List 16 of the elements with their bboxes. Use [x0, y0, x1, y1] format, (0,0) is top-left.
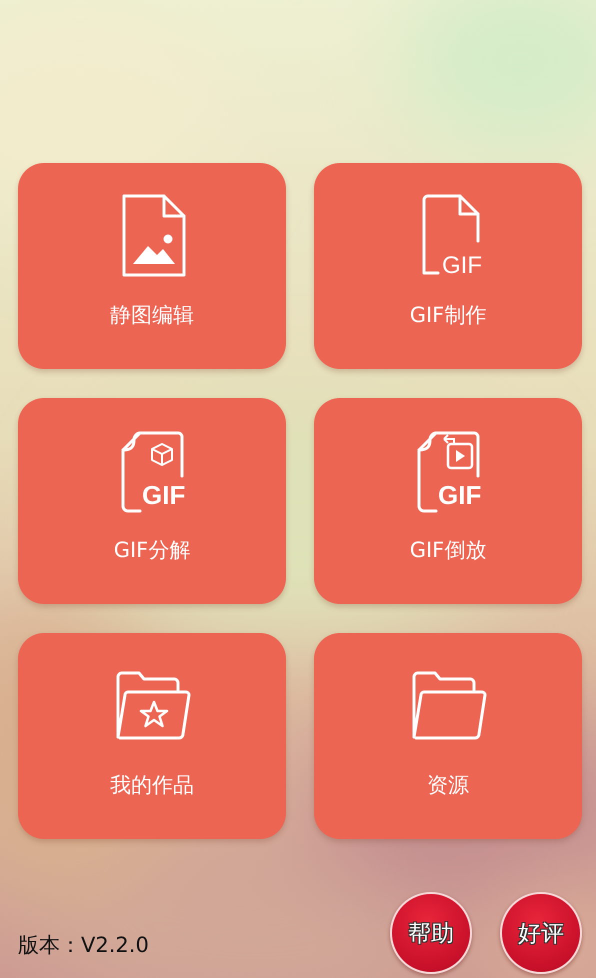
tool-button[interactable]: 我的作品	[18, 633, 286, 839]
tool-button[interactable]: GIF GIF制作	[314, 163, 582, 369]
icon-label: GIF	[438, 480, 482, 510]
video-file-icon	[418, 432, 480, 512]
tool-button[interactable]: 静图编辑	[18, 163, 286, 369]
image-file-icon	[122, 194, 186, 276]
file-icon	[422, 194, 480, 274]
cube-file-icon	[122, 432, 184, 512]
icon-label: GIF	[442, 252, 482, 279]
tool-button[interactable]: 资源	[314, 633, 582, 839]
folder-icon	[412, 672, 486, 740]
tool-button[interactable]: GIF GIF倒放	[314, 398, 582, 604]
tool-button[interactable]: GIF GIF分解	[18, 398, 286, 604]
version-text: 版本：V2.2.0	[18, 932, 149, 959]
icon-label: GIF	[142, 480, 186, 510]
star-folder-icon	[116, 672, 190, 740]
